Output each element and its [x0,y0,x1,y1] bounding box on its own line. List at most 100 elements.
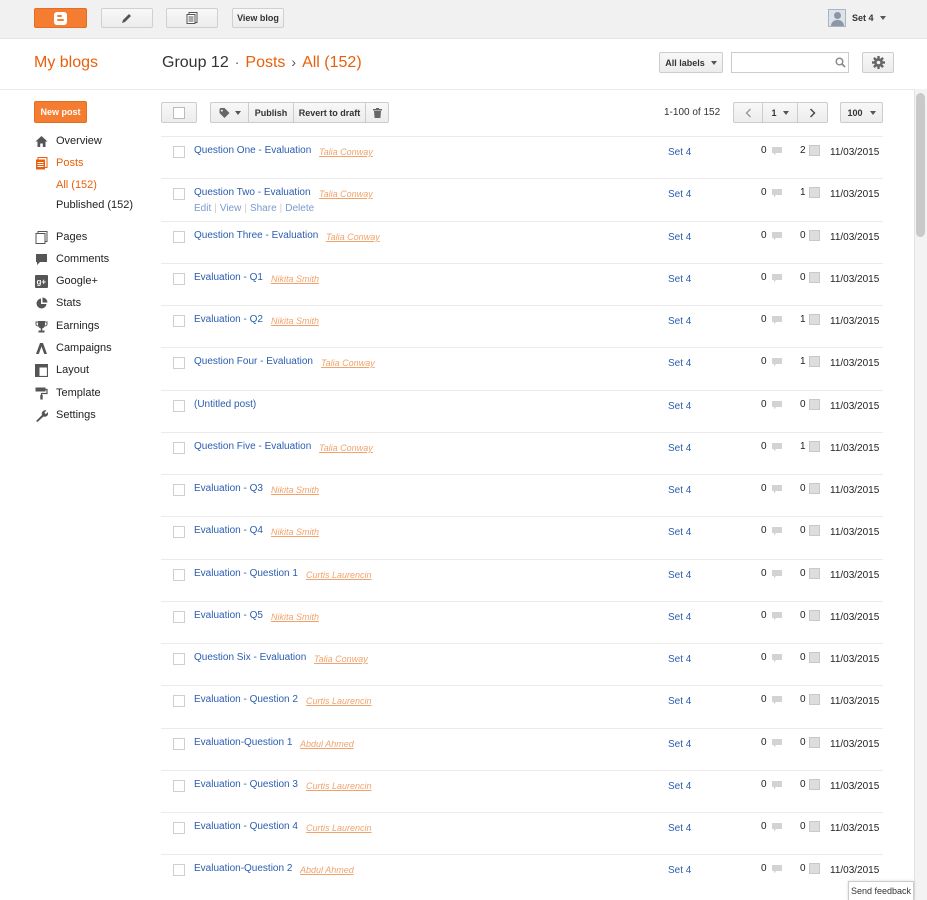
post-author-link[interactable]: Nikita Smith [271,274,319,284]
post-edit-link[interactable]: Edit [194,203,211,214]
post-blog-link[interactable]: Set 4 [668,485,691,496]
next-page-button[interactable] [797,102,828,123]
post-title-link[interactable]: Evaluation - Q1 [194,272,263,283]
post-blog-link[interactable]: Set 4 [668,401,691,412]
delete-button[interactable] [365,102,389,123]
select-all-checkbox[interactable] [161,102,197,123]
post-blog-link[interactable]: Set 4 [668,781,691,792]
search-input[interactable] [731,52,849,73]
row-checkbox[interactable] [173,273,185,285]
row-checkbox[interactable] [173,569,185,581]
post-blog-link[interactable]: Set 4 [668,274,691,285]
account-menu[interactable]: Set 4 [828,8,886,28]
post-blog-link[interactable]: Set 4 [668,316,691,327]
post-title-link[interactable]: Evaluation - Q3 [194,483,263,494]
label-menu-button[interactable] [210,102,249,123]
post-title-link[interactable]: Question Three - Evaluation [194,230,318,241]
post-delete-link[interactable]: Delete [285,203,314,214]
sidebar-item-settings[interactable]: Settings [35,407,96,423]
row-checkbox[interactable] [173,484,185,496]
post-title-link[interactable]: Evaluation-Question 2 [194,863,292,874]
post-author-link[interactable]: Nikita Smith [271,485,319,495]
post-blog-link[interactable]: Set 4 [668,147,691,158]
post-title-link[interactable]: Question One - Evaluation [194,145,311,156]
labels-dropdown[interactable]: All labels [659,52,723,73]
post-title-link[interactable]: Evaluation - Q4 [194,525,263,536]
post-author-link[interactable]: Nikita Smith [271,527,319,537]
revert-to-draft-button[interactable]: Revert to draft [293,102,366,123]
sidebar-item-posts[interactable]: Posts [35,155,84,171]
post-title-link[interactable]: Question Two - Evaluation [194,187,311,198]
sidebar-item-campaigns[interactable]: Campaigns [35,340,112,356]
post-author-link[interactable]: Talia Conway [321,358,375,368]
sidebar-item-google-plus[interactable]: g+ Google+ [35,273,98,289]
row-checkbox[interactable] [173,357,185,369]
row-checkbox[interactable] [173,188,185,200]
page-number-select[interactable]: 1 [762,102,798,123]
row-checkbox[interactable] [173,400,185,412]
post-title-link[interactable]: Evaluation - Question 3 [194,779,298,790]
post-author-link[interactable]: Talia Conway [319,189,373,199]
send-feedback-button[interactable]: Send feedback [848,881,914,900]
sidebar-item-pages[interactable]: Pages [35,229,87,245]
post-author-link[interactable]: Talia Conway [314,654,368,664]
posts-list-button[interactable] [166,8,218,28]
posts-crumb[interactable]: Posts [245,54,285,71]
post-author-link[interactable]: Talia Conway [326,232,380,242]
post-author-link[interactable]: Curtis Laurencin [306,696,372,706]
post-author-link[interactable]: Talia Conway [319,443,373,453]
sidebar-item-stats[interactable]: Stats [35,295,81,311]
post-author-link[interactable]: Curtis Laurencin [306,781,372,791]
blogger-home-button[interactable] [34,8,87,28]
new-post-button[interactable]: New post [34,101,87,123]
post-author-link[interactable]: Curtis Laurencin [306,823,372,833]
post-view-link[interactable]: View [220,203,242,214]
sidebar-item-published[interactable]: Published (152) [56,199,133,211]
sidebar-item-comments[interactable]: Comments [35,251,109,267]
post-title-link[interactable]: Evaluation-Question 1 [194,737,292,748]
post-blog-link[interactable]: Set 4 [668,527,691,538]
row-checkbox[interactable] [173,146,185,158]
post-blog-link[interactable]: Set 4 [668,696,691,707]
post-author-link[interactable]: Nikita Smith [271,316,319,326]
row-checkbox[interactable] [173,442,185,454]
post-author-link[interactable]: Curtis Laurencin [306,570,372,580]
post-share-link[interactable]: Share [250,203,277,214]
row-checkbox[interactable] [173,315,185,327]
row-checkbox[interactable] [173,526,185,538]
post-title-link[interactable]: Question Five - Evaluation [194,441,311,452]
post-title-link[interactable]: Evaluation - Q2 [194,314,263,325]
sidebar-item-earnings[interactable]: Earnings [35,318,99,334]
post-title-link[interactable]: Evaluation - Question 1 [194,568,298,579]
post-blog-link[interactable]: Set 4 [668,654,691,665]
post-author-link[interactable]: Talia Conway [319,147,373,157]
post-author-link[interactable]: Abdul Ahmed [300,865,354,875]
posts-per-page-select[interactable]: 100 [840,102,883,123]
post-author-link[interactable]: Nikita Smith [271,612,319,622]
row-checkbox[interactable] [173,653,185,665]
post-title-link[interactable]: Evaluation - Question 4 [194,821,298,832]
row-checkbox[interactable] [173,611,185,623]
sidebar-item-overview[interactable]: Overview [35,133,102,149]
row-checkbox[interactable] [173,695,185,707]
post-title-link[interactable]: Evaluation - Question 2 [194,694,298,705]
row-checkbox[interactable] [173,738,185,750]
my-blogs-link[interactable]: My blogs [34,54,98,72]
post-blog-link[interactable]: Set 4 [668,358,691,369]
sidebar-item-layout[interactable]: Layout [35,362,89,378]
view-blog-button[interactable]: View blog [232,8,284,28]
settings-button[interactable] [862,52,894,73]
post-blog-link[interactable]: Set 4 [668,612,691,623]
row-checkbox[interactable] [173,231,185,243]
post-blog-link[interactable]: Set 4 [668,570,691,581]
sidebar-item-template[interactable]: Template [35,385,101,401]
post-blog-link[interactable]: Set 4 [668,739,691,750]
row-checkbox[interactable] [173,864,185,876]
post-blog-link[interactable]: Set 4 [668,443,691,454]
new-post-pencil-button[interactable] [101,8,153,28]
post-title-link[interactable]: Question Six - Evaluation [194,652,306,663]
row-checkbox[interactable] [173,822,185,834]
post-blog-link[interactable]: Set 4 [668,232,691,243]
post-title-link[interactable]: (Untitled post) [194,399,256,410]
post-author-link[interactable]: Abdul Ahmed [300,739,354,749]
